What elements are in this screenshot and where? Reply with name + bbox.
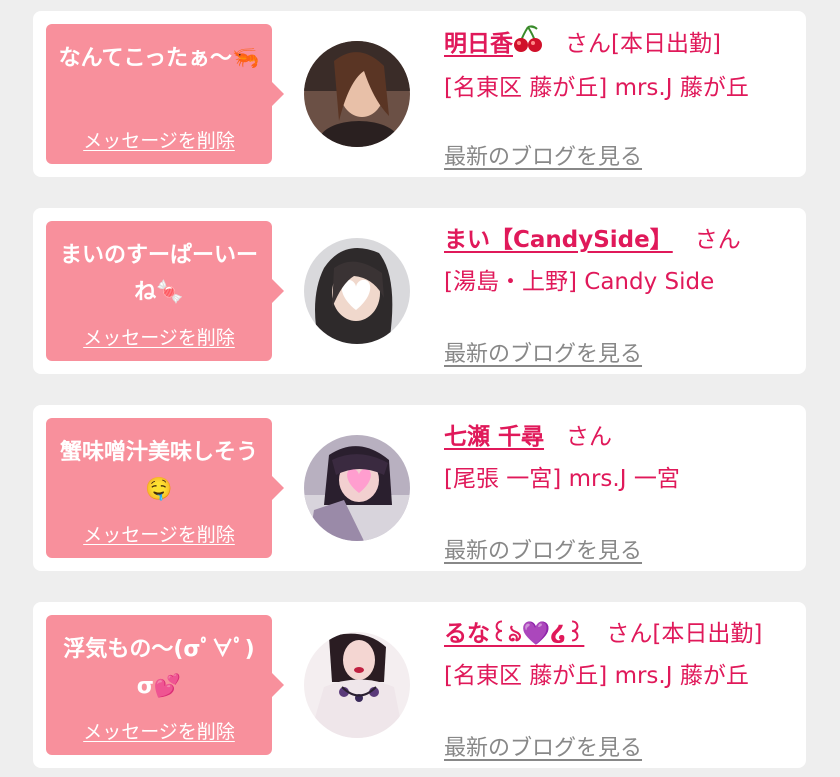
delete-message-link[interactable]: メッセージを削除 xyxy=(83,717,235,744)
message-bubble: まいのすーぱーいーね🍬 メッセージを削除 xyxy=(46,221,284,361)
message-card: まいのすーぱーいーね🍬 メッセージを削除 まい【CandySide】 さん [湯島… xyxy=(33,208,806,374)
delete-message-link[interactable]: メッセージを削除 xyxy=(83,323,235,350)
avatar[interactable] xyxy=(304,632,410,738)
honorific: さん xyxy=(566,424,613,450)
message-bubble: なんてこったぁ〜🦐 メッセージを削除 xyxy=(46,24,284,164)
avatar[interactable] xyxy=(304,238,410,344)
honorific: さん xyxy=(694,227,741,253)
avatar[interactable] xyxy=(304,435,410,541)
cherry-icon xyxy=(513,25,543,64)
shop-name: [名東区 藤が丘] mrs.J 藤が丘 xyxy=(444,663,749,689)
cast-name-link[interactable]: るな꒰ঌ💜໒꒱ xyxy=(444,621,584,647)
message-bubble: 浮気もの〜(σﾟ∀ﾟ)σ💕 メッセージを削除 xyxy=(46,615,284,755)
delete-message-link[interactable]: メッセージを削除 xyxy=(83,126,235,153)
cast-info: 明日香 さん[本日出勤] [名東区 藤が丘] mrs.J 藤が丘 最新のブログを見… xyxy=(444,25,804,170)
status-badge: [本日出勤] xyxy=(611,31,721,57)
cast-info: るな꒰ঌ💜໒꒱ さん[本日出勤] [名東区 藤が丘] mrs.J 藤が丘 最新のブ… xyxy=(444,616,804,761)
message-card: なんてこったぁ〜🦐 メッセージを削除 明日香 さん[本日出勤] [名東区 藤が丘]… xyxy=(33,11,806,177)
shop-name: [湯島・上野] Candy Side xyxy=(444,269,715,295)
cast-info: 七瀬 千尋 さん [尾張 一宮] mrs.J 一宮 最新のブログを見る xyxy=(444,419,804,564)
message-text: 浮気もの〜(σﾟ∀ﾟ)σ💕 xyxy=(63,637,255,699)
cast-info: まい【CandySide】 さん [湯島・上野] Candy Side 最新のブロ… xyxy=(444,222,804,367)
cast-name-link[interactable]: 明日香 xyxy=(444,25,543,57)
message-card: 蟹味噌汁美味しそう🤤 メッセージを削除 七瀬 千尋 さん [尾張 一宮] mrs.… xyxy=(33,405,806,571)
cast-name-link[interactable]: まい【CandySide】 xyxy=(444,227,673,253)
delete-message-link[interactable]: メッセージを削除 xyxy=(83,520,235,547)
avatar[interactable] xyxy=(304,41,410,147)
honorific: さん xyxy=(606,621,653,647)
cast-name-link[interactable]: 七瀬 千尋 xyxy=(444,424,544,450)
message-card: 浮気もの〜(σﾟ∀ﾟ)σ💕 メッセージを削除 るな꒰ঌ💜໒꒱ さん[本日出勤] [… xyxy=(33,602,806,768)
shop-name: [名東区 藤が丘] mrs.J 藤が丘 xyxy=(444,75,749,101)
blog-link[interactable]: 最新のブログを見る xyxy=(444,730,642,762)
message-list: なんてこったぁ〜🦐 メッセージを削除 明日香 さん[本日出勤] [名東区 藤が丘]… xyxy=(0,0,840,777)
honorific: さん xyxy=(565,31,611,57)
blog-link[interactable]: 最新のブログを見る xyxy=(444,139,642,171)
message-text: なんてこったぁ〜🦐 xyxy=(58,46,260,71)
blog-link[interactable]: 最新のブログを見る xyxy=(444,533,642,565)
blog-link[interactable]: 最新のブログを見る xyxy=(444,336,642,368)
cast-name: 明日香 xyxy=(444,31,513,57)
message-text: まいのすーぱーいーね🍬 xyxy=(59,243,258,305)
message-text: 蟹味噌汁美味しそう🤤 xyxy=(59,440,258,502)
message-bubble: 蟹味噌汁美味しそう🤤 メッセージを削除 xyxy=(46,418,284,558)
status-badge: [本日出勤] xyxy=(652,621,763,647)
shop-name: [尾張 一宮] mrs.J 一宮 xyxy=(444,466,680,492)
